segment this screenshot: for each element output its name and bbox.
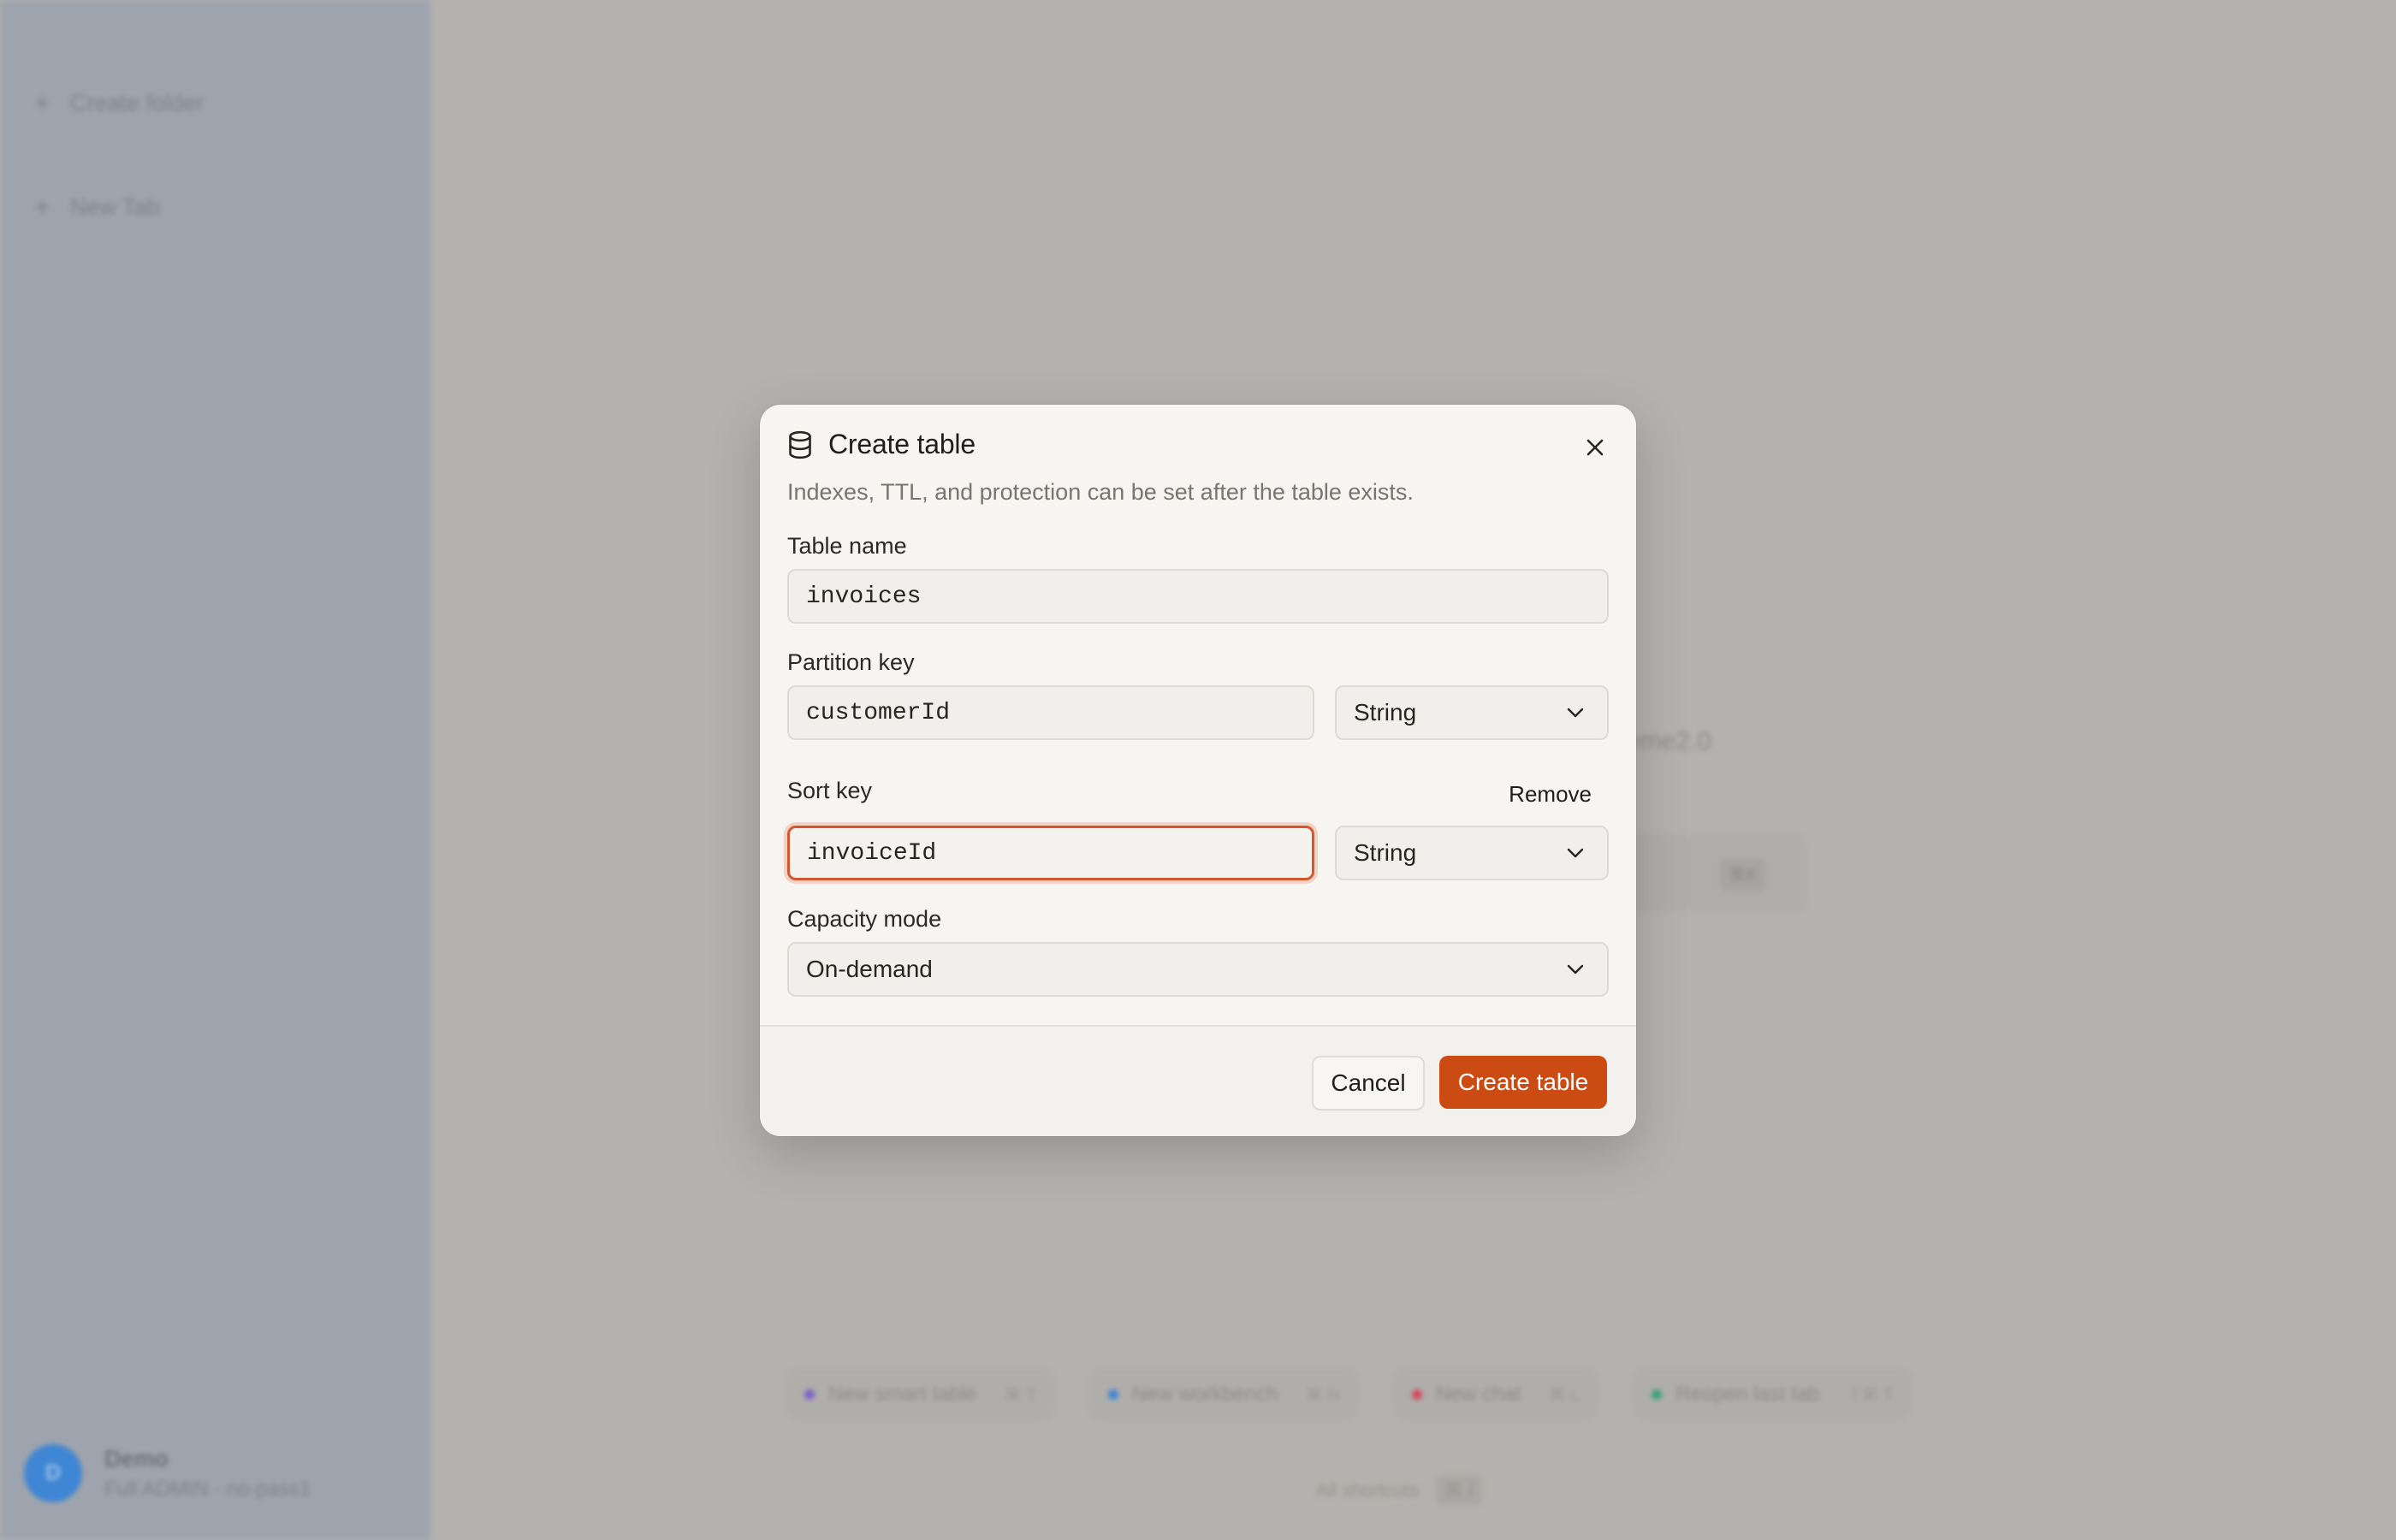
partition-key-type-select[interactable]: String <box>1335 685 1609 740</box>
background-card <box>1609 834 1806 911</box>
sidebar-item-label: New Tab <box>70 193 160 220</box>
partition-key-label: Partition key <box>787 649 915 675</box>
background-text-fragment: eme2.0 <box>1626 727 1712 755</box>
sidebar: + Create folder + New Tab D Demo Full AD… <box>0 0 430 1540</box>
action-reopen-last-tab[interactable]: Reopen last tab ⇧⌘ T <box>1633 1369 1913 1420</box>
user-name: Demo <box>104 1445 169 1472</box>
action-kbd: ⌘ T <box>1004 1385 1036 1405</box>
shortcuts-kbd: ⌘ / <box>1435 1476 1483 1505</box>
select-value: String <box>1354 839 1417 866</box>
dot-icon <box>804 1389 815 1400</box>
plus-icon: + <box>34 191 50 222</box>
sidebar-item-label: Create folder <box>70 89 205 116</box>
sort-key-type-select[interactable]: String <box>1335 826 1609 880</box>
dot-icon <box>1652 1389 1663 1400</box>
close-icon <box>1586 438 1604 457</box>
sidebar-item-create-folder[interactable]: + Create folder <box>34 86 204 120</box>
capacity-mode-label: Capacity mode <box>787 906 942 932</box>
action-label: Reopen last tab <box>1675 1383 1820 1406</box>
chevron-down-icon <box>1566 847 1585 859</box>
dot-icon <box>1411 1389 1422 1400</box>
sort-key-label: Sort key <box>787 778 873 803</box>
dialog-header: Create table Indexes, TTL, and protectio… <box>787 429 1609 506</box>
avatar: D <box>24 1444 82 1502</box>
select-value: On-demand <box>806 956 933 982</box>
all-shortcuts-link[interactable]: All shortcuts ⌘ / <box>1316 1476 1483 1505</box>
create-table-button[interactable]: Create table <box>1439 1056 1607 1109</box>
partition-key-input[interactable] <box>787 685 1314 740</box>
quick-actions: New smart table ⌘ T New workbench ⌘ N Ne… <box>786 1369 1913 1420</box>
app-root: + Create folder + New Tab D Demo Full AD… <box>0 0 2396 1540</box>
sidebar-item-new-tab[interactable]: + New Tab <box>34 190 160 224</box>
close-button[interactable] <box>1576 429 1614 466</box>
action-label: New chat <box>1435 1383 1521 1406</box>
dialog-subtitle: Indexes, TTL, and protection can be set … <box>787 479 1414 505</box>
capacity-mode-select[interactable]: On-demand <box>787 942 1609 997</box>
database-icon <box>787 430 813 459</box>
create-table-dialog: Create table Indexes, TTL, and protectio… <box>760 405 1636 1136</box>
user-subtitle: Full ADMIN · no-pass1 <box>104 1477 311 1501</box>
action-new-workbench[interactable]: New workbench ⌘ N <box>1088 1369 1359 1420</box>
table-name-input[interactable] <box>787 569 1609 624</box>
action-label: New workbench <box>1131 1383 1278 1406</box>
remove-sort-key-button[interactable]: Remove <box>1509 781 1592 808</box>
cancel-button[interactable]: Cancel <box>1312 1056 1425 1111</box>
action-kbd: ⇧⌘ T <box>1847 1385 1894 1405</box>
plus-icon: + <box>34 86 50 118</box>
select-value: String <box>1354 699 1417 726</box>
action-new-chat[interactable]: New chat ⌘ L <box>1392 1369 1599 1420</box>
chevron-down-icon <box>1566 963 1585 975</box>
background-card-kbd: ⌘K <box>1720 859 1766 891</box>
action-new-smart-table[interactable]: New smart table ⌘ T <box>786 1369 1055 1420</box>
action-label: New smart table <box>828 1383 977 1406</box>
shortcuts-label: All shortcuts <box>1316 1479 1419 1501</box>
dialog-footer: Cancel Create table <box>760 1025 1636 1136</box>
dialog-title: Create table <box>828 429 976 459</box>
user-profile[interactable]: D Demo Full ADMIN · no-pass1 <box>24 1444 311 1502</box>
table-name-label: Table name <box>787 533 907 559</box>
action-kbd: ⌘ N <box>1305 1385 1340 1405</box>
action-kbd: ⌘ L <box>1548 1385 1581 1405</box>
chevron-down-icon <box>1566 707 1585 719</box>
dot-icon <box>1107 1389 1118 1400</box>
sort-key-input[interactable] <box>787 826 1314 880</box>
